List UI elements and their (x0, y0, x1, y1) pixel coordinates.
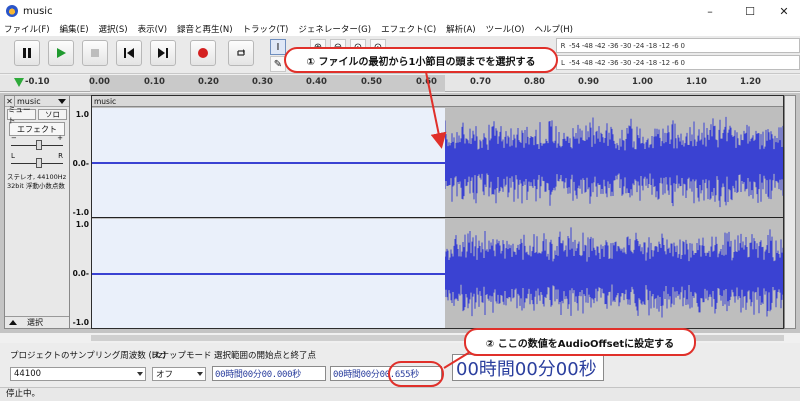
annotation-arrows (425, 71, 471, 369)
arrow-to-selection-end (425, 71, 447, 149)
arrow-to-end-time (443, 351, 471, 369)
end-time-highlight (388, 361, 444, 387)
